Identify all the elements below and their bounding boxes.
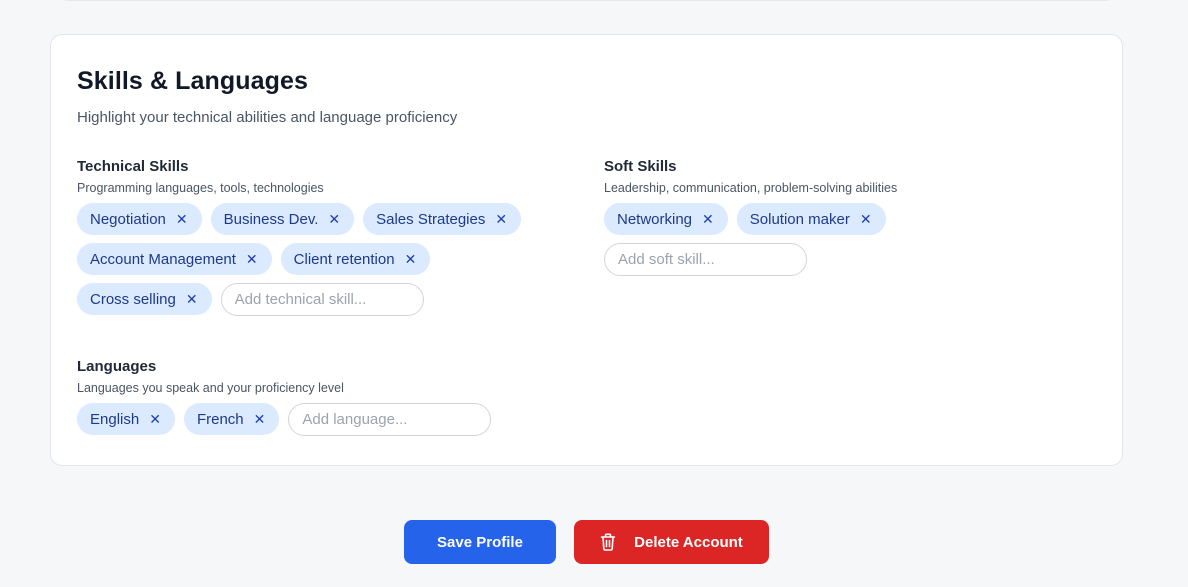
tag-label: Client retention: [293, 250, 395, 268]
remove-tag-icon[interactable]: ✕: [149, 411, 161, 428]
tag-label: Sales Strategies: [376, 210, 486, 228]
tag-chip: Negotiation ✕: [77, 203, 202, 235]
save-profile-label: Save Profile: [437, 533, 523, 551]
card-title: Skills & Languages: [77, 67, 309, 95]
remove-tag-icon[interactable]: ✕: [328, 211, 340, 228]
tag-chip: English ✕: [77, 403, 175, 435]
tag-chip: Solution maker ✕: [736, 203, 886, 235]
technical-skills-section: Technical Skills Programming languages, …: [77, 157, 547, 316]
add-language-input[interactable]: [288, 403, 492, 436]
remove-tag-icon[interactable]: ✕: [495, 211, 507, 228]
remove-tag-icon[interactable]: ✕: [860, 211, 872, 228]
soft-skills-tags: Networking ✕ Solution maker ✕: [604, 203, 1084, 276]
save-profile-button[interactable]: Save Profile: [404, 520, 556, 564]
tag-label: English: [90, 410, 140, 428]
skills-languages-card: Skills & Languages Highlight your techni…: [50, 34, 1123, 466]
tag-chip: Client retention ✕: [280, 243, 431, 275]
soft-skills-section: Soft Skills Leadership, communication, p…: [604, 157, 1084, 276]
tag-chip: French ✕: [183, 403, 280, 435]
remove-tag-icon[interactable]: ✕: [254, 411, 266, 428]
tag-chip: Cross selling ✕: [77, 283, 212, 315]
languages-title: Languages: [77, 358, 157, 375]
tag-label: French: [196, 410, 244, 428]
tag-chip: Networking ✕: [604, 203, 728, 235]
soft-skills-hint: Leadership, communication, problem-solvi…: [604, 181, 898, 195]
technical-skills-tags: Negotiation ✕ Business Dev. ✕ Sales Strategi…: [77, 203, 547, 316]
delete-account-button[interactable]: Delete Account: [574, 520, 769, 564]
delete-account-label: Delete Account: [634, 533, 743, 551]
languages-section: Languages Languages you speak and your p…: [77, 357, 677, 436]
add-technical-skill-input[interactable]: [220, 283, 424, 316]
remove-tag-icon[interactable]: ✕: [405, 251, 417, 268]
technical-skills-title: Technical Skills: [77, 158, 189, 175]
tag-label: Cross selling: [90, 290, 176, 308]
soft-skills-title: Soft Skills: [604, 158, 677, 175]
trash-icon: [600, 533, 616, 551]
remove-tag-icon[interactable]: ✕: [186, 291, 198, 308]
tag-label: Account Management: [90, 250, 236, 268]
tag-label: Negotiation: [90, 210, 166, 228]
tag-chip: Account Management ✕: [77, 243, 272, 275]
tag-label: Solution maker: [749, 210, 850, 228]
tag-label: Networking: [617, 210, 693, 228]
add-soft-skill-input[interactable]: [604, 243, 807, 276]
remove-tag-icon[interactable]: ✕: [246, 251, 258, 268]
remove-tag-icon[interactable]: ✕: [702, 211, 714, 228]
remove-tag-icon[interactable]: ✕: [176, 211, 188, 228]
card-subtitle: Highlight your technical abilities and l…: [77, 109, 458, 126]
languages-hint: Languages you speak and your proficiency…: [77, 381, 344, 395]
tag-chip: Sales Strategies ✕: [363, 203, 522, 235]
tag-chip: Business Dev. ✕: [210, 203, 355, 235]
tag-label: Business Dev.: [223, 210, 319, 228]
technical-skills-hint: Programming languages, tools, technologi…: [77, 181, 324, 195]
previous-card-edge: [57, 0, 1117, 1]
languages-tags: English ✕ French ✕: [77, 403, 677, 436]
